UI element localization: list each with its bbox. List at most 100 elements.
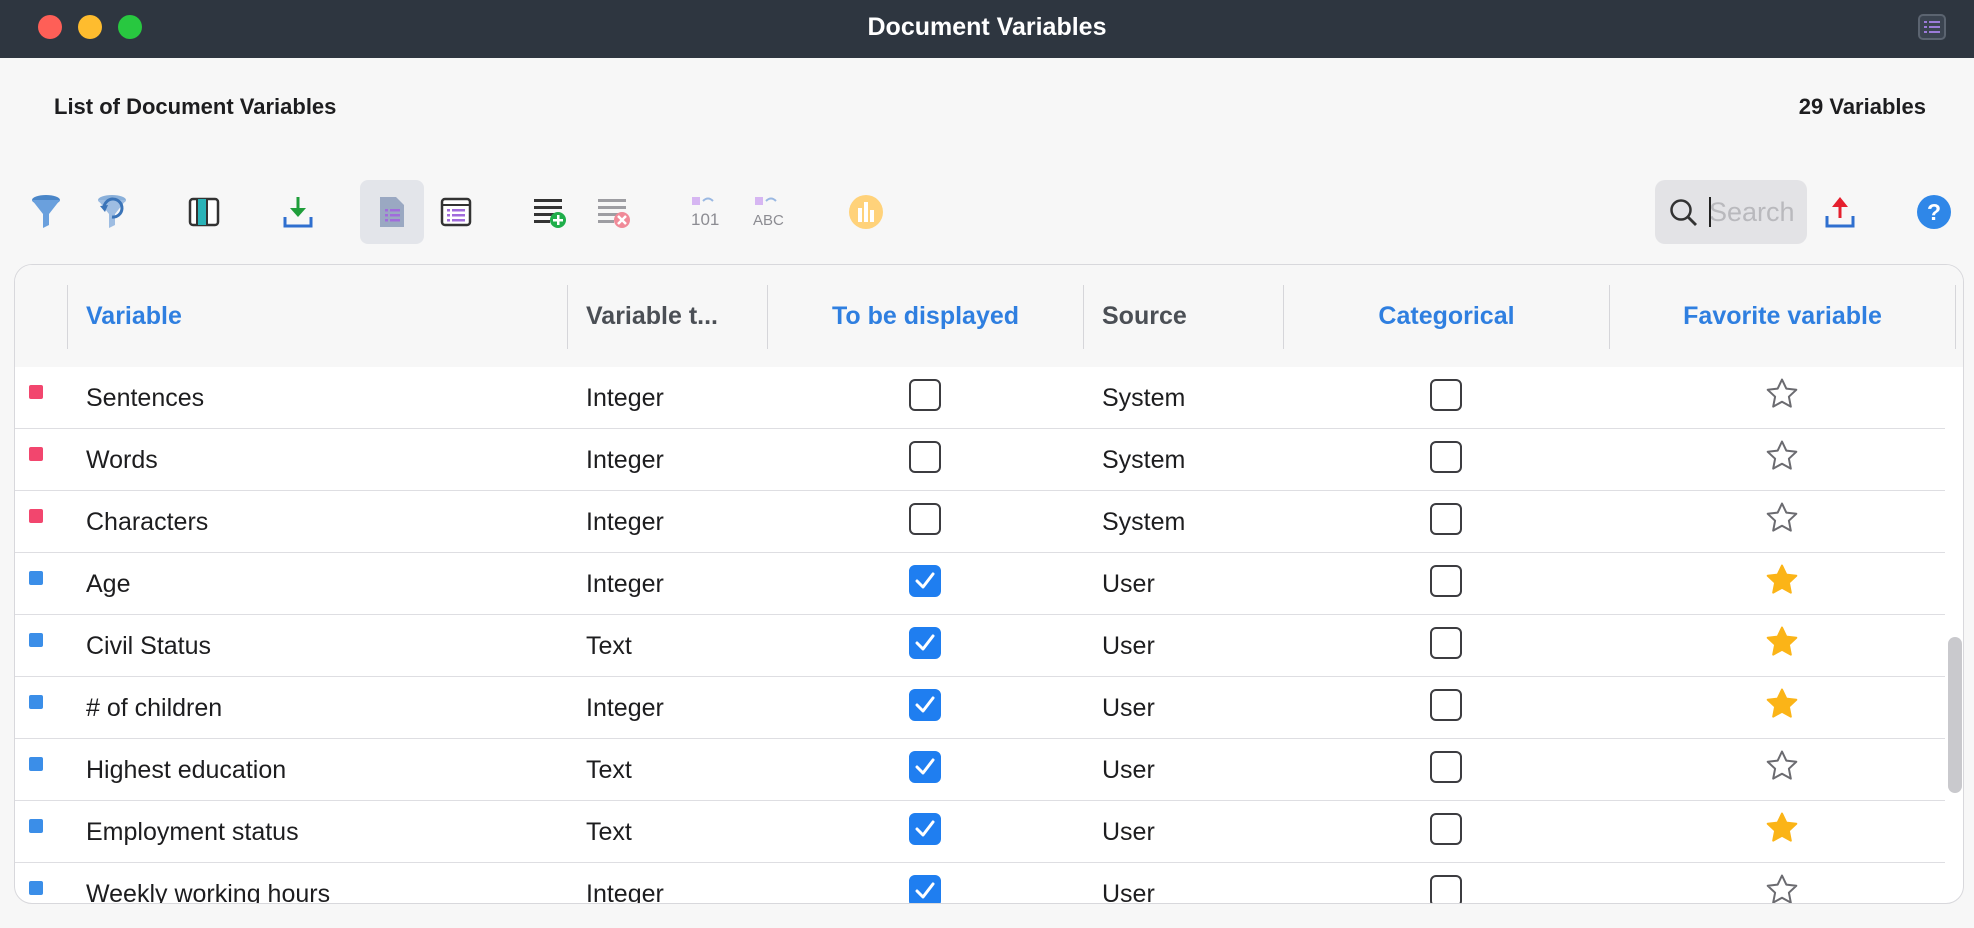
variable-source: User: [1102, 756, 1155, 784]
variable-type: Text: [586, 632, 632, 660]
export-button[interactable]: [1810, 182, 1870, 242]
svg-text:?: ?: [1927, 199, 1941, 225]
search-input[interactable]: [1709, 194, 1801, 230]
variables-table: Variable Variable t... To be displayed S…: [14, 264, 1964, 904]
convert-to-text-icon: ABC: [753, 197, 784, 229]
to-be-displayed-checkbox[interactable]: [909, 875, 941, 903]
check-icon: [915, 758, 935, 775]
categorical-checkbox[interactable]: [1430, 503, 1462, 535]
check-icon: [915, 820, 935, 837]
list-title: List of Document Variables: [54, 94, 337, 119]
categorical-checkbox[interactable]: [1430, 813, 1462, 845]
variable-name: Age: [86, 570, 131, 598]
to-be-displayed-checkbox[interactable]: [909, 813, 941, 845]
to-be-displayed-checkbox[interactable]: [909, 441, 941, 473]
to-be-displayed-checkbox[interactable]: [909, 379, 941, 411]
variable-type: Integer: [586, 446, 664, 474]
window-title: Document Variables: [867, 13, 1107, 41]
svg-text:101: 101: [691, 210, 719, 229]
code-list-button[interactable]: [426, 182, 486, 242]
star-outline-icon[interactable]: [1765, 873, 1799, 904]
column-header-favorite-variable[interactable]: Favorite variable: [1610, 265, 1955, 367]
search-icon: [1670, 199, 1697, 226]
categorical-checkbox[interactable]: [1430, 441, 1462, 473]
categorical-checkbox[interactable]: [1430, 689, 1462, 721]
table-row[interactable]: Civil Status Text User: [15, 615, 1945, 677]
star-filled-icon[interactable]: [1765, 563, 1799, 597]
variable-name: Sentences: [86, 384, 205, 412]
table-row[interactable]: Words Integer System: [15, 429, 1945, 491]
variable-source: User: [1102, 570, 1155, 598]
star-filled-icon[interactable]: [1765, 625, 1799, 659]
help-icon: ?: [1917, 195, 1951, 229]
to-be-displayed-checkbox[interactable]: [909, 565, 941, 597]
categorical-checkbox[interactable]: [1430, 751, 1462, 783]
statistics-icon: [849, 195, 883, 229]
categorical-checkbox[interactable]: [1430, 379, 1462, 411]
variable-name: Civil Status: [86, 632, 212, 660]
check-icon: [915, 572, 935, 589]
star-filled-icon[interactable]: [1765, 687, 1799, 721]
table-row[interactable]: Sentences Integer System: [15, 367, 1945, 429]
vertical-scrollbar[interactable]: [1947, 367, 1963, 903]
column-header-variable-type[interactable]: Variable t...: [586, 265, 766, 367]
filter-button[interactable]: [16, 182, 76, 242]
variable-name: Employment status: [86, 818, 299, 846]
search-field[interactable]: [1655, 180, 1807, 244]
variable-type: Integer: [586, 384, 664, 412]
reset-filter-icon: [98, 195, 126, 228]
to-be-displayed-checkbox[interactable]: [909, 751, 941, 783]
code-list-icon: [440, 197, 472, 227]
star-outline-icon[interactable]: [1765, 377, 1799, 411]
statistics-button[interactable]: [836, 182, 896, 242]
scrollbar-thumb[interactable]: [1948, 637, 1962, 793]
star-filled-icon[interactable]: [1765, 811, 1799, 845]
table-row[interactable]: Highest education Text User: [15, 739, 1945, 801]
variable-source: User: [1102, 818, 1155, 846]
convert-to-text-button[interactable]: ABC: [742, 182, 802, 242]
table-row[interactable]: Age Integer User: [15, 553, 1945, 615]
star-outline-icon[interactable]: [1765, 501, 1799, 535]
categorical-checkbox[interactable]: [1430, 565, 1462, 597]
document-list-button[interactable]: [360, 180, 424, 244]
list-icon[interactable]: [1918, 14, 1946, 40]
import-icon: [283, 197, 313, 228]
variable-source: System: [1102, 508, 1186, 536]
table-row[interactable]: # of children Integer User: [15, 677, 1945, 739]
star-outline-icon[interactable]: [1765, 439, 1799, 473]
source-marker: [29, 695, 43, 709]
export-icon: [1825, 197, 1855, 228]
variable-type: Text: [586, 756, 632, 784]
column-header-categorical[interactable]: Categorical: [1284, 265, 1609, 367]
source-marker: [29, 571, 43, 585]
delete-variable-button[interactable]: [584, 182, 644, 242]
source-marker: [29, 385, 43, 399]
convert-to-number-button[interactable]: 101: [678, 182, 738, 242]
check-icon: [915, 882, 935, 899]
column-header-source[interactable]: Source: [1102, 265, 1282, 367]
help-button[interactable]: ?: [1904, 182, 1964, 242]
to-be-displayed-checkbox[interactable]: [909, 627, 941, 659]
column-header-to-be-displayed[interactable]: To be displayed: [768, 265, 1083, 367]
add-variable-button[interactable]: [520, 182, 580, 242]
add-variable-icon: [534, 199, 566, 228]
variable-name: # of children: [86, 694, 223, 722]
columns-icon: [188, 197, 220, 227]
columns-button[interactable]: [174, 182, 234, 242]
to-be-displayed-checkbox[interactable]: [909, 689, 941, 721]
table-row[interactable]: Weekly working hours Integer User: [15, 863, 1945, 904]
categorical-checkbox[interactable]: [1430, 627, 1462, 659]
table-row[interactable]: Characters Integer System: [15, 491, 1945, 553]
categorical-checkbox[interactable]: [1430, 875, 1462, 903]
variable-source: User: [1102, 694, 1155, 722]
title-bar: Document Variables: [0, 0, 1974, 58]
source-marker: [29, 633, 43, 647]
variable-type: Integer: [586, 508, 664, 536]
table-row[interactable]: Employment status Text User: [15, 801, 1945, 863]
reset-filter-button[interactable]: [82, 182, 142, 242]
document-list-icon: [380, 197, 404, 227]
star-outline-icon[interactable]: [1765, 749, 1799, 783]
to-be-displayed-checkbox[interactable]: [909, 503, 941, 535]
column-header-variable[interactable]: Variable: [86, 265, 466, 367]
import-button[interactable]: [268, 182, 328, 242]
